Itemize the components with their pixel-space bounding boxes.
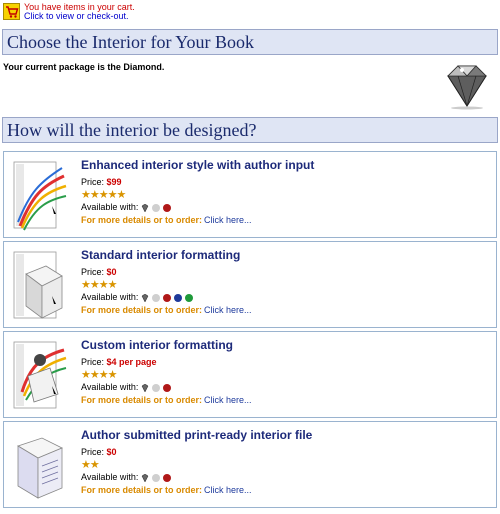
ruby-icon [163,383,172,392]
product-title[interactable]: Enhanced interior style with author inpu… [81,158,314,172]
interior-design-heading: How will the interior be designed? [2,117,498,143]
available-label: Available with: [81,202,139,212]
custom-interior-thumbnail [13,341,67,409]
diamond-icon [142,473,149,482]
ruby-icon [163,203,172,212]
diamond-icon [142,383,149,392]
price-value: $0 [106,447,117,457]
product-card-author-submitted: Author submitted print-ready interior fi… [3,421,497,508]
price-label: Price: [81,357,105,367]
diamond-icon [142,293,149,302]
price-label: Price: [81,447,105,457]
details-label: For more details or to order: [81,485,203,495]
click-here-link[interactable]: Click here... [204,395,252,405]
diamond-icon [142,203,149,212]
emerald-icon [185,293,194,302]
silver-icon [152,203,161,212]
details-label: For more details or to order: [81,305,203,315]
rating-stars: ★★★★ [81,279,117,291]
shopping-cart-icon[interactable] [3,3,20,20]
product-title[interactable]: Custom interior formatting [81,338,252,352]
sapphire-icon [174,293,183,302]
click-here-link[interactable]: Click here... [204,485,252,495]
price-value: $0 [106,267,117,277]
enhanced-interior-thumbnail [13,161,67,231]
product-title[interactable]: Standard interior formatting [81,248,252,262]
silver-icon [152,293,161,302]
product-title[interactable]: Author submitted print-ready interior fi… [81,428,312,442]
rating-stars: ★★★★ [81,369,117,381]
rating-stars: ★★★★★ [81,189,126,201]
silver-icon [152,473,161,482]
click-here-link[interactable]: Click here... [204,215,252,225]
click-here-link[interactable]: Click here... [204,305,252,315]
product-card-enhanced: Enhanced interior style with author inpu… [3,151,497,238]
available-label: Available with: [81,472,139,482]
standard-interior-thumbnail [13,251,63,319]
details-label: For more details or to order: [81,215,203,225]
product-card-custom: Custom interior formatting Price: $4 per… [3,331,497,418]
price-label: Price: [81,267,105,277]
price-label: Price: [81,177,105,187]
price-value: $4 per page [106,357,157,367]
price-value: $99 [106,177,122,187]
author-submitted-thumbnail [17,437,63,499]
silver-icon [152,383,161,392]
details-label: For more details or to order: [81,395,203,405]
ruby-icon [163,293,172,302]
cart-checkout-link[interactable]: Click to view or check-out. [24,12,135,21]
current-package-text: Your current package is the Diamond. [3,62,165,72]
cart-notice[interactable]: You have items in your cart. Click to vi… [3,3,135,23]
diamond-package-icon [447,65,487,110]
product-card-standard: Standard interior formatting Price: $0 ★… [3,241,497,328]
available-label: Available with: [81,292,139,302]
choose-interior-heading: Choose the Interior for Your Book [2,29,498,55]
ruby-icon [163,473,172,482]
available-label: Available with: [81,382,139,392]
rating-stars: ★★ [81,459,100,471]
